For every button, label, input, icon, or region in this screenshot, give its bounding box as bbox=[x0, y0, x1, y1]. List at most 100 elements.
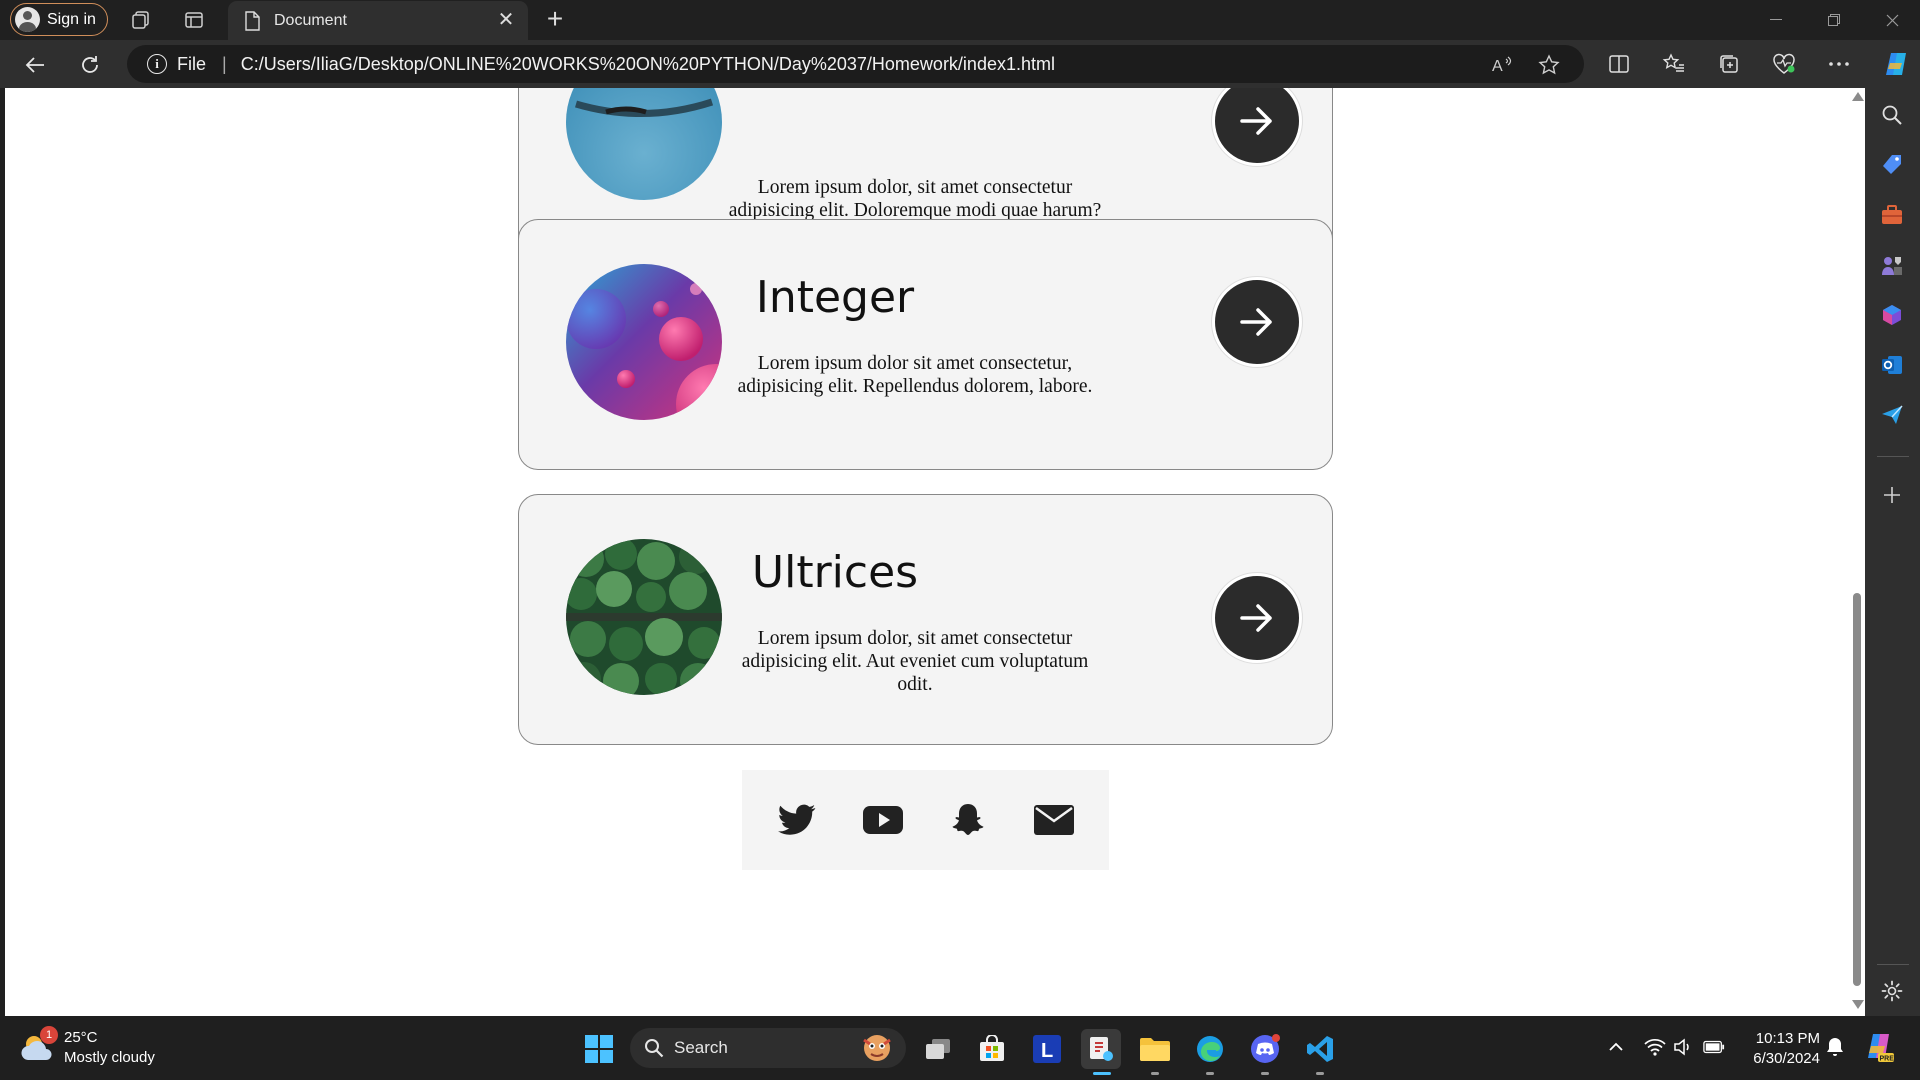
edge-browser-button[interactable] bbox=[1190, 1029, 1230, 1075]
restore-button[interactable] bbox=[1806, 0, 1861, 40]
minimize-button[interactable] bbox=[1748, 0, 1803, 40]
drop-send-icon[interactable] bbox=[1879, 402, 1905, 428]
microsoft-365-icon[interactable] bbox=[1879, 302, 1905, 328]
copilot-preview-icon[interactable]: PRE bbox=[1862, 1030, 1896, 1064]
clock-date: 6/30/2024 bbox=[1753, 1050, 1820, 1067]
new-tab-button[interactable]: + bbox=[541, 5, 569, 33]
arrow-right-icon bbox=[1240, 604, 1272, 632]
scroll-down-arrow[interactable] bbox=[1852, 1000, 1864, 1009]
tab-actions-icon[interactable] bbox=[182, 8, 206, 32]
add-sidebar-app-icon[interactable] bbox=[1879, 482, 1905, 508]
sidebar-divider bbox=[1877, 964, 1909, 965]
address-bar[interactable]: i File | C:/Users/IliaG/Desktop/ONLINE%2… bbox=[127, 45, 1584, 83]
volume-icon[interactable] bbox=[1672, 1036, 1694, 1058]
weather-widget[interactable]: 1 25°C Mostly cloudy bbox=[20, 1026, 155, 1068]
discord-icon bbox=[1251, 1034, 1280, 1063]
arrow-right-icon bbox=[1240, 308, 1272, 336]
card-2-title: Integer bbox=[755, 272, 915, 323]
vscode-button[interactable] bbox=[1300, 1029, 1340, 1075]
card-3-text: Lorem ipsum dolor, sit amet consectetur … bbox=[741, 628, 1089, 695]
task-view-icon bbox=[926, 1039, 950, 1059]
page-scrollbar[interactable] bbox=[1848, 88, 1865, 1016]
weather-badge: 1 bbox=[40, 1026, 58, 1044]
close-tab-icon[interactable]: ✕ bbox=[496, 10, 516, 30]
start-button[interactable] bbox=[579, 1029, 619, 1069]
search-icon bbox=[645, 1039, 664, 1058]
outlook-icon[interactable] bbox=[1879, 352, 1905, 378]
task-view-button[interactable] bbox=[918, 1029, 958, 1069]
card-3-image bbox=[566, 539, 722, 695]
tools-briefcase-icon[interactable] bbox=[1879, 202, 1905, 228]
card-3-arrow-button[interactable] bbox=[1212, 573, 1302, 663]
windows-taskbar: 1 25°C Mostly cloudy Search L 10:13 PM 6… bbox=[0, 1016, 1920, 1080]
l-app-icon: L bbox=[1033, 1035, 1061, 1063]
scroll-up-arrow[interactable] bbox=[1852, 92, 1864, 101]
card-2: Integer Lorem ipsum dolor sit amet conse… bbox=[518, 219, 1333, 470]
scroll-thumb[interactable] bbox=[1853, 593, 1861, 986]
search-highlight-icon bbox=[863, 1035, 891, 1061]
collections-icon[interactable] bbox=[1717, 52, 1741, 76]
tab-title: Document bbox=[274, 11, 347, 29]
read-aloud-icon[interactable]: A bbox=[1492, 54, 1514, 76]
windows-logo-icon bbox=[585, 1035, 613, 1063]
l-app-button[interactable]: L bbox=[1027, 1029, 1067, 1069]
running-indicator bbox=[1206, 1072, 1214, 1075]
site-info-icon[interactable]: i bbox=[147, 54, 167, 74]
running-indicator bbox=[1093, 1072, 1111, 1075]
weather-temp: 25°C bbox=[64, 1029, 98, 1046]
notifications-bell-icon[interactable] bbox=[1824, 1036, 1846, 1058]
search-label: Search bbox=[674, 1038, 728, 1057]
back-button[interactable] bbox=[20, 50, 50, 80]
copilot-icon[interactable] bbox=[1880, 48, 1912, 80]
more-options-icon[interactable] bbox=[1827, 52, 1851, 76]
close-window-button[interactable] bbox=[1865, 0, 1920, 40]
card-2-arrow-button[interactable] bbox=[1212, 277, 1302, 367]
edge-sidebar bbox=[1865, 88, 1920, 1016]
sidebar-settings-gear-icon[interactable] bbox=[1879, 978, 1905, 1004]
running-indicator bbox=[1261, 1072, 1269, 1075]
card-1-arrow-button[interactable] bbox=[1212, 88, 1302, 166]
svg-text:PRE: PRE bbox=[1880, 1056, 1895, 1063]
card-3-title: Ultrices bbox=[751, 547, 919, 598]
discord-button[interactable] bbox=[1245, 1029, 1285, 1075]
games-icon[interactable] bbox=[1879, 252, 1905, 278]
sidebar-search-icon[interactable] bbox=[1879, 102, 1905, 128]
url-separator: | bbox=[222, 53, 227, 74]
tab-document[interactable]: Document ✕ bbox=[228, 1, 528, 40]
twitter-icon[interactable] bbox=[775, 798, 819, 842]
snipping-tool-icon bbox=[1090, 1037, 1113, 1061]
snipping-tool-button[interactable] bbox=[1081, 1029, 1121, 1075]
snapchat-icon[interactable] bbox=[946, 798, 990, 842]
taskbar-search[interactable]: Search bbox=[630, 1028, 906, 1068]
profile-button[interactable]: Sign in bbox=[10, 3, 108, 36]
avatar bbox=[15, 7, 40, 32]
show-hidden-icons-chevron-icon[interactable] bbox=[1605, 1036, 1627, 1058]
shopping-tag-icon[interactable] bbox=[1879, 152, 1905, 178]
favorite-star-icon[interactable] bbox=[1538, 54, 1560, 76]
document-icon bbox=[245, 10, 260, 31]
microsoft-store-button[interactable] bbox=[972, 1029, 1012, 1069]
file-explorer-button[interactable] bbox=[1135, 1029, 1175, 1075]
store-icon bbox=[980, 1035, 1004, 1061]
battery-icon[interactable] bbox=[1703, 1036, 1725, 1058]
svg-text:L: L bbox=[1041, 1040, 1053, 1062]
system-clock[interactable]: 10:13 PM 6/30/2024 bbox=[1740, 1029, 1820, 1069]
browser-essentials-icon[interactable] bbox=[1772, 52, 1796, 76]
weather-description: Mostly cloudy bbox=[64, 1049, 155, 1066]
refresh-button[interactable] bbox=[75, 50, 105, 80]
youtube-icon[interactable] bbox=[861, 798, 905, 842]
card-1-image bbox=[566, 88, 722, 200]
running-indicator bbox=[1151, 1072, 1159, 1075]
split-screen-icon[interactable] bbox=[1607, 52, 1631, 76]
clock-time: 10:13 PM bbox=[1755, 1030, 1820, 1047]
mail-icon[interactable] bbox=[1032, 798, 1076, 842]
card-1-text: Lorem ipsum dolor, sit amet consectetur … bbox=[728, 177, 1102, 221]
workspaces-icon[interactable] bbox=[129, 8, 153, 32]
wifi-icon[interactable] bbox=[1644, 1036, 1666, 1058]
title-bar: Sign in Document ✕ + bbox=[0, 0, 1920, 40]
cloudy-weather-icon: 1 bbox=[20, 1026, 58, 1066]
vscode-icon bbox=[1307, 1036, 1333, 1062]
url-text[interactable]: C:/Users/IliaG/Desktop/ONLINE%20WORKS%20… bbox=[241, 54, 1055, 75]
favorites-icon[interactable] bbox=[1662, 52, 1686, 76]
edge-icon bbox=[1197, 1036, 1223, 1062]
